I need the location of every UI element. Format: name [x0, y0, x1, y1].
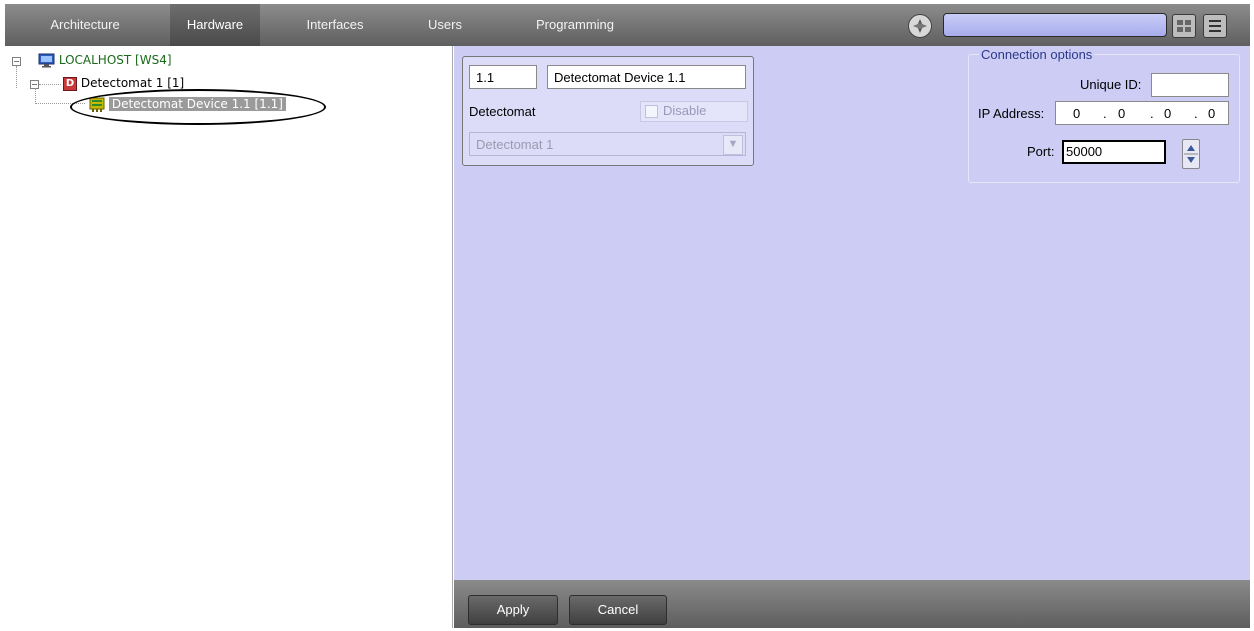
action-bar: Apply Cancel: [454, 580, 1250, 628]
tab-users[interactable]: Users: [415, 4, 475, 46]
disable-checkbox-row[interactable]: Disable: [640, 101, 748, 122]
detectomat-icon: D: [63, 76, 77, 91]
ip-dot: .: [1194, 106, 1198, 121]
unique-id-field[interactable]: [1151, 73, 1229, 97]
cancel-button[interactable]: Cancel: [569, 595, 667, 625]
ip-dot: .: [1150, 106, 1154, 121]
tab-architecture[interactable]: Architecture: [25, 4, 145, 46]
ip-address-label: IP Address:: [978, 106, 1045, 121]
device-type-label: Detectomat: [469, 104, 536, 119]
tab-hardware[interactable]: Hardware: [170, 4, 260, 46]
menu-icon[interactable]: [1203, 14, 1227, 38]
disable-checkbox[interactable]: [645, 105, 658, 118]
search-input[interactable]: [943, 13, 1167, 37]
tab-interfaces[interactable]: Interfaces: [285, 4, 385, 46]
collapse-toggle-root[interactable]: −: [12, 57, 21, 66]
device-properties-box: 1.1 Detectomat Device 1.1 Detectomat Dis…: [462, 56, 754, 166]
tree-item-localhost[interactable]: LOCALHOST [WS4]: [38, 51, 172, 69]
apply-button[interactable]: Apply: [468, 595, 558, 625]
layout-grid-icon[interactable]: [1172, 14, 1196, 38]
device-name-field[interactable]: Detectomat Device 1.1: [547, 65, 746, 89]
port-spinner[interactable]: [1182, 139, 1200, 169]
computer-icon: [38, 53, 55, 68]
ip-octet-1[interactable]: 0: [1073, 102, 1080, 126]
ip-octet-3[interactable]: 0: [1164, 102, 1171, 126]
ip-octet-4[interactable]: 0: [1208, 102, 1215, 126]
ip-octet-2[interactable]: 0: [1118, 102, 1125, 126]
properties-panel: 1.1 Detectomat Device 1.1 Detectomat Dis…: [454, 46, 1250, 580]
tree-item-label: LOCALHOST [WS4]: [58, 53, 172, 67]
parent-device-value: Detectomat 1: [476, 137, 554, 152]
ip-dot: .: [1103, 106, 1107, 121]
parent-device-select[interactable]: Detectomat 1 ▼: [469, 132, 746, 156]
top-nav-bar: Architecture Hardware Interfaces Users P…: [5, 4, 1250, 46]
spin-up-icon: [1187, 145, 1195, 151]
port-label: Port:: [1027, 144, 1055, 159]
hardware-tree: − LOCALHOST [WS4] − D Detectomat 1 [1] D…: [5, 46, 453, 628]
connection-options-legend: Connection options: [979, 47, 1095, 62]
chevron-down-icon[interactable]: ▼: [723, 135, 743, 155]
unique-id-label: Unique ID:: [1080, 77, 1142, 92]
device-id-field[interactable]: 1.1: [469, 65, 537, 89]
spin-down-icon: [1187, 157, 1195, 163]
port-field[interactable]: 50000: [1062, 140, 1166, 164]
navigation-icon[interactable]: [908, 14, 932, 38]
tab-programming[interactable]: Programming: [515, 4, 635, 46]
disable-label: Disable: [663, 103, 707, 118]
tree-item-label: Detectomat 1 [1]: [80, 76, 185, 90]
ip-address-field[interactable]: 0 . 0 . 0 . 0: [1055, 101, 1229, 125]
highlight-annotation: [70, 89, 326, 125]
